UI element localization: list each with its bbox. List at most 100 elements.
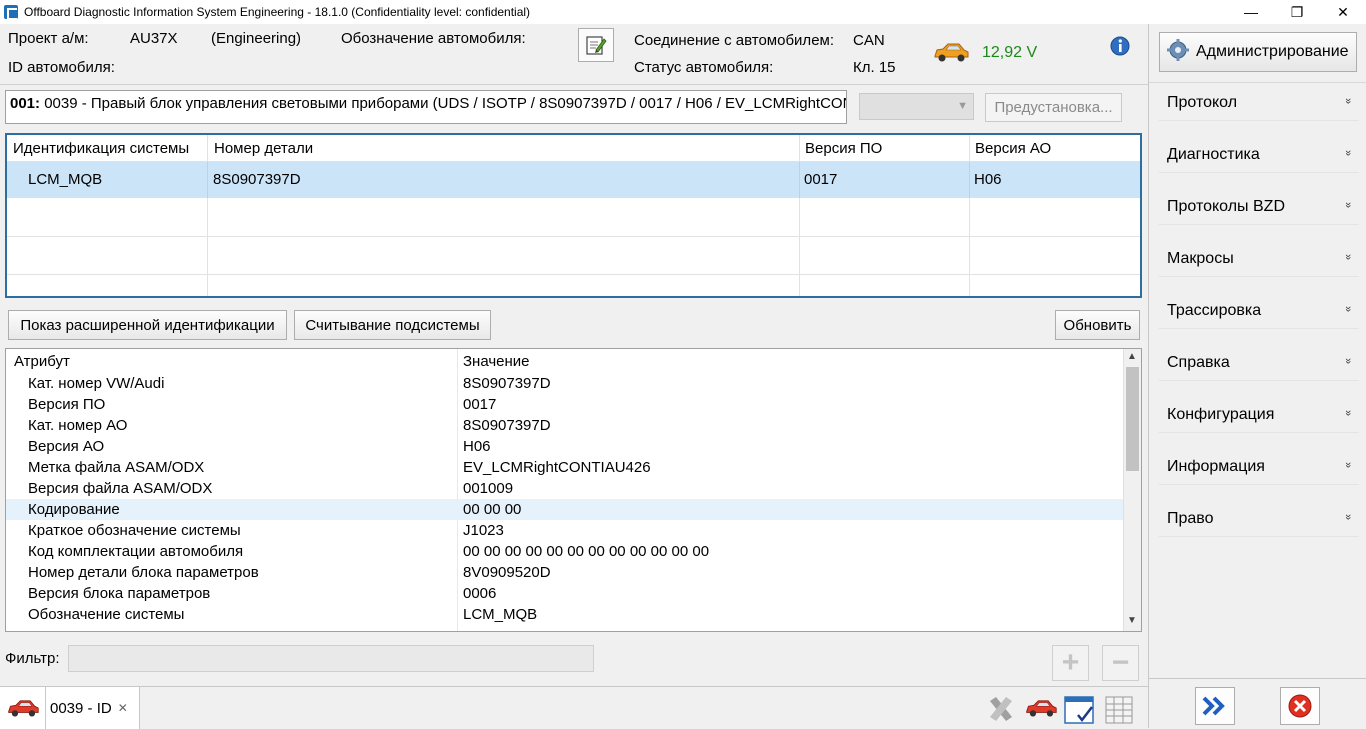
list-item[interactable]: Версия ПО 0017 [6,394,1124,415]
ecu-selector[interactable]: 001: 0039 - Правый блок управления свето… [5,90,847,124]
car-icon [7,700,39,717]
sidebar-item-macros[interactable]: Макросы» [1159,241,1359,277]
part-number-cell: 8S0907397D [213,171,301,188]
filter-label: Фильтр: [5,650,60,667]
column-header[interactable]: Атрибут [14,353,70,370]
checklist-icon[interactable] [1064,695,1096,729]
sidebar-item-information[interactable]: Информация» [1159,449,1359,485]
attribute-list-header: Атрибут Значение [6,349,1124,373]
info-icon[interactable] [1108,34,1132,62]
administration-label: Администрирование [1196,43,1349,60]
close-tab-icon[interactable]: ✕ [118,701,128,715]
table-header: Идентификация системы Номер детали Верси… [7,135,1140,162]
preset-dropdown[interactable]: ▼ [859,93,974,120]
chevron-down-icon: » [1342,305,1354,309]
title-bar: Offboard Diagnostic Information System E… [0,0,1366,24]
refresh-button[interactable]: Обновить [1055,310,1140,340]
disconnect-icon[interactable] [986,695,1016,727]
column-header[interactable]: Версия АО [975,140,1051,157]
extended-identification-button[interactable]: Показ расширенной идентификации [8,310,287,340]
scroll-thumb[interactable] [1126,367,1139,471]
close-circle-icon [1288,694,1312,718]
minimize-button[interactable]: — [1228,0,1274,24]
vehicle-designation-label: Обозначение автомобиля: [341,30,526,47]
right-sidebar: Администрирование Протокол» Диагностика»… [1148,24,1366,728]
list-item[interactable]: Краткое обозначение системы J1023 [6,520,1124,541]
attribute-list: Атрибут Значение Кат. номер VW/Audi 8S090… [5,348,1142,632]
sidebar-item-bzd-protocols[interactable]: Протоколы BZD» [1159,189,1359,225]
ecu-description: 0039 - Правый блок управления световыми … [40,95,847,112]
list-item[interactable]: Кат. номер АО 8S0907397D [6,415,1124,436]
connection-label: Соединение с автомобилем: [634,32,835,49]
maximize-button[interactable]: ❐ [1274,0,1320,24]
project-value: AU37X [130,30,178,47]
list-item[interactable]: Обозначение системы LCM_MQB [6,604,1124,625]
sidebar-item-diagnostics[interactable]: Диагностика» [1159,137,1359,173]
chevron-down-icon: » [1342,201,1354,205]
list-item[interactable]: Версия файла ASAM/ODX 001009 [6,478,1124,499]
column-header[interactable]: Идентификация системы [13,140,189,157]
vehicle-id-label: ID автомобиля: [8,59,115,76]
remove-filter-button[interactable]: − [1102,645,1139,681]
preset-button[interactable]: Предустановка... [985,93,1122,122]
forward-icon [1202,696,1225,716]
system-id-cell: LCM_MQB [28,171,103,188]
grid-icon[interactable] [1104,695,1134,729]
connection-value: CAN [853,32,885,49]
sidebar-item-tracing[interactable]: Трассировка» [1159,293,1359,329]
status-label: Статус автомобиля: [634,59,774,76]
tab-ecu-id[interactable]: 0039 - ID ✕ [46,687,140,729]
status-value: Кл. 15 [853,59,896,76]
chevron-down-icon: » [1342,357,1354,361]
scroll-up-icon[interactable]: ▲ [1127,351,1137,362]
chevron-down-icon: » [1342,149,1354,153]
hardware-version-cell: H06 [974,171,1002,188]
sidebar-item-rights[interactable]: Право» [1159,501,1359,537]
read-subsystem-button[interactable]: Считывание подсистемы [294,310,491,340]
edit-notes-button[interactable] [578,28,614,62]
battery-voltage: 12,92 V [982,44,1038,61]
table-row[interactable]: LCM_MQB 8S0907397D 0017 H06 [7,162,1140,198]
chevron-down-icon: » [1342,253,1354,257]
exit-button[interactable] [1280,687,1320,725]
identification-table: Идентификация системы Номер детали Верси… [5,133,1142,298]
attribute-scrollbar[interactable]: ▲ ▼ [1123,349,1141,631]
vehicle-header: Проект а/м: AU37X (Engineering) Обозначе… [0,24,1148,85]
column-header[interactable]: Версия ПО [805,140,882,157]
scroll-down-icon[interactable]: ▼ [1127,615,1137,626]
chevron-down-icon: » [1342,461,1354,465]
list-item[interactable]: Метка файла ASAM/ODX EV_LCMRightCONTIAU42… [6,457,1124,478]
list-item[interactable]: Кат. номер VW/Audi 8S0907397D [6,373,1124,394]
chevron-down-icon: » [1342,409,1354,413]
note-edit-icon [586,36,607,55]
vehicle-tab[interactable] [0,687,46,729]
gear-icon [1166,38,1190,67]
project-mode: (Engineering) [211,30,302,47]
car-icon[interactable] [1024,697,1058,723]
list-item[interactable]: Версия АО H06 [6,436,1124,457]
software-version-cell: 0017 [804,171,838,188]
column-header[interactable]: Номер детали [214,140,313,157]
sidebar-item-help[interactable]: Справка» [1159,345,1359,381]
window-title: Offboard Diagnostic Information System E… [24,5,531,19]
forward-button[interactable] [1195,687,1235,725]
list-item[interactable]: Код комплектации автомобиля 00 00 00 00 0… [6,541,1124,562]
add-filter-button[interactable]: + [1052,645,1089,681]
filter-input[interactable] [68,645,594,672]
chevron-down-icon: ▼ [957,100,968,112]
app-icon [4,5,18,20]
bottom-tab-bar: 0039 - ID ✕ [0,686,1148,729]
chevron-down-icon: » [1342,513,1354,517]
list-item[interactable]: Версия блока параметров 0006 [6,583,1124,604]
chevron-down-icon: » [1342,97,1354,101]
sidebar-item-configuration[interactable]: Конфигурация» [1159,397,1359,433]
car-icon [932,40,970,68]
administration-button[interactable]: Администрирование [1159,32,1357,72]
column-header[interactable]: Значение [463,353,530,370]
list-item[interactable]: Номер детали блока параметров 8V0909520D [6,562,1124,583]
sidebar-item-protocol[interactable]: Протокол» [1159,85,1359,121]
close-window-button[interactable]: ✕ [1320,0,1366,24]
list-item[interactable]: Кодирование 00 00 00 [6,499,1124,520]
ecu-address: 001: [10,95,41,112]
tab-label: 0039 - ID [50,699,112,717]
